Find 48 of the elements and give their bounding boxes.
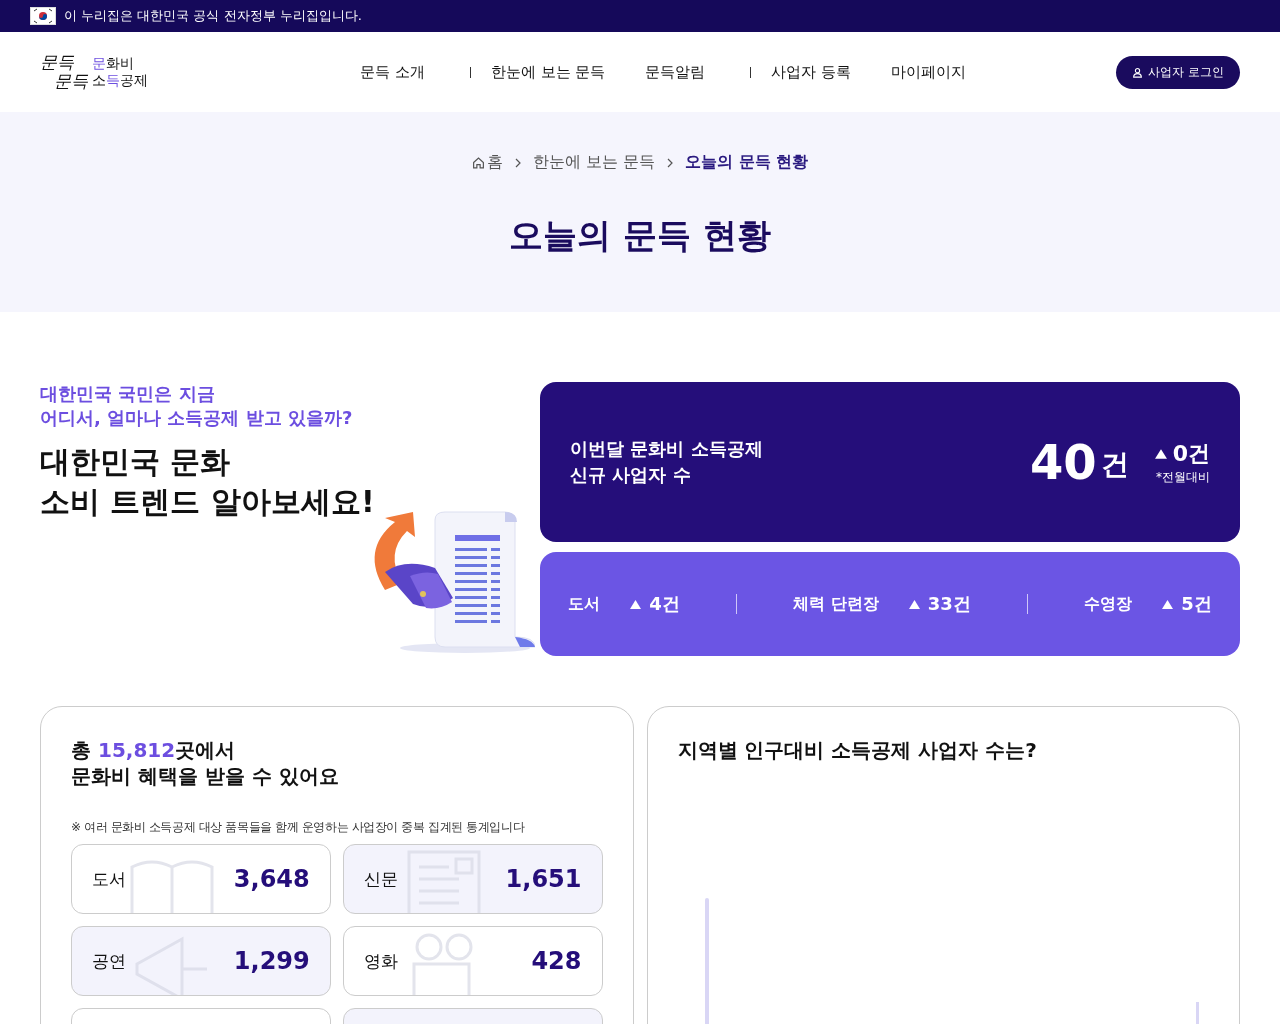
change-value: 33건 <box>908 592 971 616</box>
category-label: 수영장 <box>1084 593 1133 615</box>
intro-title: 대한민국 문화 소비 트렌드 알아보세요! <box>40 443 376 521</box>
nav-link[interactable]: 한눈에 보는 문득 <box>470 62 626 82</box>
stat-label: 이번달 문화비 소득공제 신규 사업자 수 <box>570 437 763 487</box>
up-triangle-icon <box>908 599 920 609</box>
home-icon <box>471 156 485 169</box>
page-title: 오늘의 문득 현황 <box>509 214 771 257</box>
breadcrumb-link[interactable]: 홈 <box>486 152 503 173</box>
category-label: 체력 단련장 <box>793 593 879 615</box>
category-label: 도서 <box>92 867 126 891</box>
intro-subtitle: 대한민국 국민은 지금 어디서, 얼마나 소득공제 받고 있을까? <box>40 382 354 430</box>
logo[interactable]: 문득 문득 문화비 소득공제 <box>40 53 340 91</box>
login-button[interactable]: 사업자 로그인 <box>1116 55 1240 89</box>
category-card[interactable]: 영화 428 <box>342 926 603 996</box>
category-label: 공연 <box>92 949 126 973</box>
chevron-icon <box>514 157 521 168</box>
stat-count: 40 <box>1029 434 1097 490</box>
breadcrumb-link[interactable]: 오늘의 문득 현황 <box>685 152 809 173</box>
stat-unit: 건 <box>1100 447 1129 483</box>
category-count: 428 <box>531 947 582 975</box>
nav-link[interactable]: 사업자 등록 <box>751 62 872 82</box>
category-card[interactable]: 도서 3,648 <box>71 844 331 914</box>
change-note: *전월대비 <box>1156 468 1210 486</box>
category-count: 1,299 <box>233 947 310 975</box>
change-value: 0건 <box>1154 438 1210 469</box>
category-label: 신문 <box>363 867 398 891</box>
places-title: 총 15,812곳에서 문화비 혜택을 받을 수 있어요 <box>71 737 340 789</box>
category-label: 영화 <box>363 949 398 973</box>
note-text: ※ 여러 문화비 소득공제 대상 품목들을 함께 운영하는 사업장이 중복 집계된 통계입니다 <box>71 819 526 836</box>
up-triangle-icon <box>630 599 642 609</box>
change-value: 4건 <box>630 592 680 616</box>
nav-link[interactable]: 마이페이지 <box>871 62 987 82</box>
chevron-icon <box>667 157 673 168</box>
category-card[interactable]: 신문 1,651 <box>342 844 603 914</box>
regional-title: 지역별 인구대비 소득공제 사업자 수는? <box>677 737 1038 763</box>
category-count: 1,651 <box>505 865 582 893</box>
flag-icon <box>30 7 56 25</box>
up-triangle-icon <box>1162 599 1174 609</box>
category-card[interactable]: 공연 1,299 <box>71 926 331 996</box>
category-count: 3,648 <box>233 865 310 893</box>
map-line <box>1195 1002 1199 1024</box>
category-label: 도서 <box>568 593 601 615</box>
up-triangle-icon <box>1154 448 1167 459</box>
change-value: 5건 <box>1162 592 1212 616</box>
user-icon <box>1132 66 1144 78</box>
gov-banner-text: 이 누리집은 대한민국 공식 전자정부 누리집입니다. <box>64 7 362 25</box>
breadcrumb-link[interactable]: 한눈에 보는 문득 <box>532 152 655 173</box>
